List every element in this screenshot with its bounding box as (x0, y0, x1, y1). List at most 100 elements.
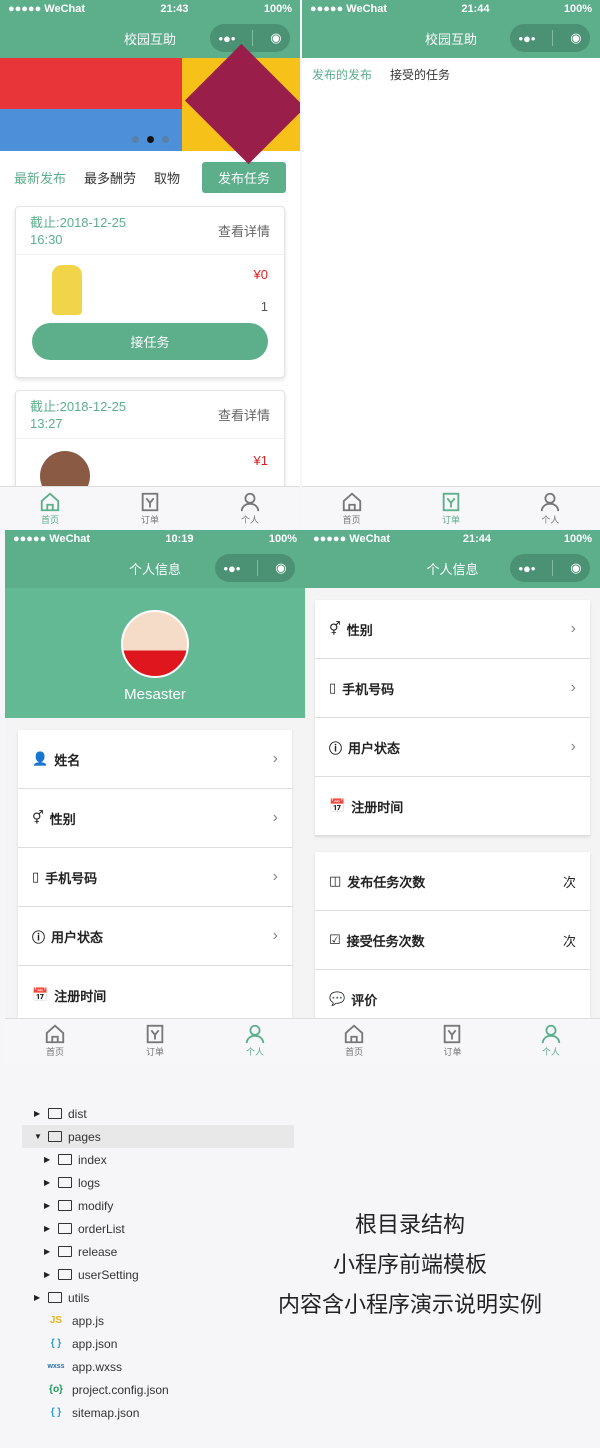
banner-carousel[interactable] (0, 43, 300, 165)
tab-me[interactable]: 个人 (205, 1019, 305, 1062)
stat-accepted-count[interactable]: ☑ 接受任务次数 次 (315, 911, 590, 970)
tree-item-dist[interactable]: ▶ dist (22, 1102, 294, 1125)
filter-pickup[interactable]: 取物 (154, 168, 180, 187)
field-label: 注册时间 (351, 799, 404, 815)
tab-orders[interactable]: 订单 (100, 487, 200, 530)
filter-most-paid[interactable]: 最多酬劳 (84, 168, 136, 187)
home-icon (344, 1024, 364, 1044)
view-details-link[interactable]: 查看详情 (218, 221, 270, 240)
caret-right-icon[interactable]: ▶ (44, 1247, 52, 1256)
tab-me[interactable]: 个人 (200, 487, 300, 530)
user-icon (541, 1024, 560, 1044)
field-gender[interactable]: ⚥ 性别 › (315, 600, 590, 659)
close-icon[interactable]: ◉ (570, 560, 581, 576)
tree-item-project-config-json[interactable]: {o} project.config.json (22, 1378, 294, 1401)
accept-icon: ☑ (329, 932, 341, 947)
avatar[interactable] (121, 610, 189, 678)
tree-item-pages[interactable]: ▼ pages (22, 1125, 294, 1148)
folder-icon (58, 1154, 72, 1165)
caret-right-icon[interactable]: ▶ (34, 1293, 42, 1302)
tab-orders[interactable]: 订单 (105, 1019, 205, 1062)
accept-task-button[interactable]: 接任务 (32, 323, 268, 360)
tab-home[interactable]: 首页 (302, 487, 401, 530)
close-icon[interactable]: ◉ (570, 30, 581, 46)
folder-icon (58, 1177, 72, 1188)
close-icon[interactable]: ◉ (270, 30, 281, 46)
filter-latest[interactable]: 最新发布 (14, 168, 66, 187)
tab-accepted[interactable]: 接受的任务 (390, 66, 450, 83)
calendar-icon: 📅 (329, 798, 346, 813)
tree-item-logs[interactable]: ▶ logs (22, 1171, 294, 1194)
more-icon[interactable]: •●• (218, 31, 235, 46)
order-icon (444, 1024, 461, 1044)
field-status[interactable]: ⓘ 用户状态 › (18, 907, 292, 966)
caret-right-icon[interactable]: ▶ (44, 1270, 52, 1279)
field-name[interactable]: 👤 姓名 › (18, 730, 292, 789)
field-status[interactable]: ⓘ 用户状态 › (315, 718, 590, 777)
tab-home[interactable]: 首页 (0, 487, 100, 530)
folder-icon (58, 1246, 72, 1257)
tree-item-userSetting[interactable]: ▶ userSetting (22, 1263, 294, 1286)
tree-item-label: userSetting (78, 1267, 139, 1282)
capsule-menu[interactable]: •●• ◉ (510, 554, 590, 582)
field-phone[interactable]: ▯ 手机号码 › (315, 659, 590, 718)
tree-item-app-js[interactable]: JS app.js (22, 1309, 294, 1332)
tab-me[interactable]: 个人 (501, 487, 600, 530)
more-icon[interactable]: •●• (518, 31, 535, 46)
tree-item-release[interactable]: ▶ release (22, 1240, 294, 1263)
tab-label: 首页 (342, 515, 361, 525)
capsule-menu[interactable]: •●• ◉ (210, 24, 290, 52)
capsule-menu[interactable]: •●• ◉ (215, 554, 295, 582)
folder-icon (58, 1269, 72, 1280)
carrier: ●●●●● WeChat (13, 533, 91, 545)
tree-item-utils[interactable]: ▶ utils (22, 1286, 294, 1309)
caret-right-icon[interactable]: ▶ (44, 1155, 52, 1164)
close-icon[interactable]: ◉ (275, 560, 286, 576)
field-register-time: 📅 注册时间 (18, 966, 292, 1025)
deadline: 截止:2018-12-25 (30, 214, 127, 230)
field-label: 注册时间 (54, 988, 107, 1004)
stat-published-count[interactable]: ◫ 发布任务次数 次 (315, 852, 590, 911)
capsule-menu[interactable]: •●• ◉ (510, 24, 590, 52)
tab-orders[interactable]: 订单 (403, 1019, 501, 1062)
home-icon (45, 1024, 65, 1044)
tree-item-app-json[interactable]: { } app.json (22, 1332, 294, 1355)
tab-label: 首页 (40, 515, 59, 525)
more-icon[interactable]: •●• (518, 561, 535, 576)
field-phone[interactable]: ▯ 手机号码 › (18, 848, 292, 907)
tab-bar: 首页 订单 个人 (302, 486, 600, 530)
user-icon (541, 492, 560, 512)
home-icon (40, 492, 60, 512)
wxss-file-icon: wxss (47, 1363, 65, 1370)
caret-right-icon[interactable]: ▶ (44, 1201, 52, 1210)
tab-label: 个人 (245, 1047, 264, 1057)
tab-label: 订单 (441, 515, 460, 525)
caret-down-icon[interactable]: ▼ (34, 1132, 42, 1141)
folder-icon (48, 1292, 62, 1303)
view-details-link[interactable]: 查看详情 (218, 405, 270, 424)
tree-item-orderList[interactable]: ▶ orderList (22, 1217, 294, 1240)
json-file-icon: { } (50, 1338, 62, 1349)
caret-right-icon[interactable]: ▶ (44, 1178, 52, 1187)
tree-item-label: app.wxss (72, 1359, 123, 1374)
field-gender[interactable]: ⚥ 性别 › (18, 789, 292, 848)
tree-item-modify[interactable]: ▶ modify (22, 1194, 294, 1217)
tab-home[interactable]: 首页 (5, 1019, 105, 1062)
tab-orders[interactable]: 订单 (401, 487, 500, 530)
chevron-right-icon: › (272, 927, 278, 944)
gender-icon: ⚥ (32, 810, 44, 825)
tree-item-index[interactable]: ▶ index (22, 1148, 294, 1171)
tab-published[interactable]: 发布的发布 (312, 66, 372, 83)
tab-me[interactable]: 个人 (502, 1019, 600, 1062)
page-title: 校园互助 (123, 31, 176, 47)
tab-home[interactable]: 首页 (305, 1019, 403, 1062)
more-icon[interactable]: •●• (223, 561, 240, 576)
tree-item-app-wxss[interactable]: wxss app.wxss (22, 1355, 294, 1378)
tree-item-label: sitemap.json (72, 1405, 140, 1420)
tree-item-sitemap-json[interactable]: { } sitemap.json (22, 1401, 294, 1424)
publish-task-button[interactable]: 发布任务 (201, 161, 286, 193)
caret-right-icon[interactable]: ▶ (34, 1109, 42, 1118)
battery: 100% (268, 533, 297, 545)
order-icon (141, 492, 159, 512)
caret-right-icon[interactable]: ▶ (44, 1224, 52, 1233)
